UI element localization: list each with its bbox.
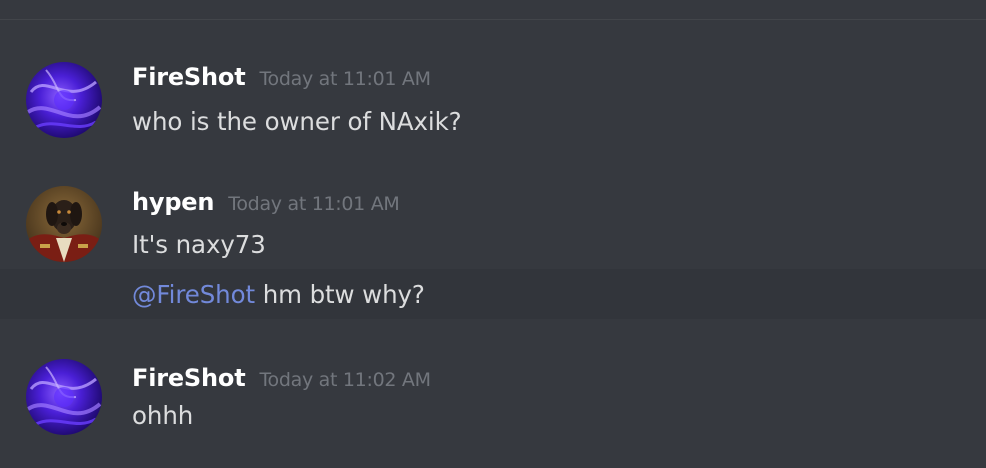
timestamp[interactable]: Today at 11:02 AM [259,369,431,391]
message-header: FireShot Today at 11:02 AM [132,362,431,394]
username[interactable]: FireShot [132,63,246,91]
message-header: hypen Today at 11:01 AM [132,186,400,218]
avatar[interactable] [26,359,102,435]
username[interactable]: FireShot [132,364,246,392]
message-text: It's naxy73 [132,230,266,259]
message-header: FireShot Today at 11:01 AM [132,61,431,93]
username[interactable]: hypen [132,188,214,216]
timestamp[interactable]: Today at 11:01 AM [228,193,400,215]
user-mention[interactable]: @FireShot [132,280,255,309]
timestamp[interactable]: Today at 11:01 AM [259,68,431,90]
avatar[interactable] [26,186,102,262]
message-followup: @FireShot hm btw why? [132,278,425,312]
purple-nebula-avatar-icon [26,62,102,138]
dog-portrait-avatar-icon [26,186,102,262]
purple-nebula-avatar-icon [26,359,102,435]
top-divider [0,19,986,20]
message-text: who is the owner of NAxik? [132,107,462,136]
avatar[interactable] [26,62,102,138]
message-text: ohhh [132,401,194,430]
followup-text: hm btw why? [255,280,425,309]
